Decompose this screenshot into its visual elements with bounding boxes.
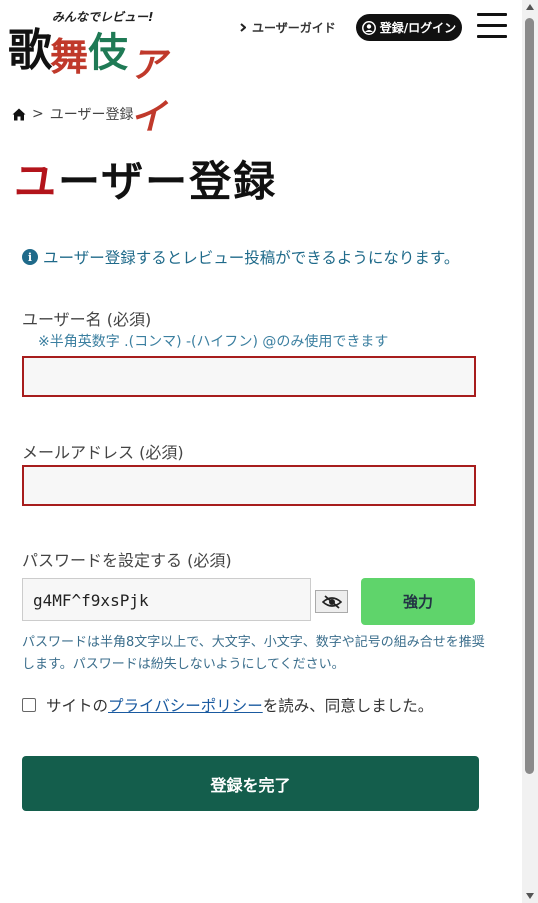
login-register-button[interactable]: 登録/ログイン bbox=[356, 14, 462, 41]
toggle-password-visibility-button[interactable] bbox=[315, 590, 348, 613]
scroll-up-arrow-icon[interactable] bbox=[526, 4, 534, 10]
privacy-consent-checkbox[interactable] bbox=[22, 698, 36, 712]
privacy-consent: サイトの プライバシーポリシー を読み、同意しました。 bbox=[22, 694, 433, 716]
breadcrumb-current: ユーザー登録 bbox=[49, 107, 134, 123]
eye-slash-icon bbox=[321, 594, 342, 609]
site-logo[interactable]: みんなでレビュー! 歌 舞 伎 アイ bbox=[8, 6, 178, 138]
user-guide-link[interactable]: ユーザーガイド bbox=[240, 19, 336, 36]
logo-char-4: アイ bbox=[130, 44, 167, 138]
hamburger-menu-icon[interactable] bbox=[477, 13, 507, 39]
consent-suffix: を読み、同意しました。 bbox=[262, 697, 434, 715]
logo-char-2: 舞 bbox=[50, 34, 89, 79]
user-circle-icon bbox=[361, 20, 376, 35]
page-title-rest: ーザー登録 bbox=[58, 157, 278, 206]
info-text: ユーザー登録するとレビュー投稿ができるようになります。 bbox=[43, 249, 460, 267]
site-header: みんなでレビュー! 歌 舞 伎 アイ ユーザーガイド 登録/ログイン bbox=[0, 0, 522, 138]
page-title-first-char: ユ bbox=[14, 157, 59, 206]
breadcrumb-separator: > bbox=[32, 106, 44, 122]
logo-char-3: 伎 bbox=[88, 29, 128, 76]
info-icon: i bbox=[22, 249, 38, 265]
username-hint: ※半角英数字 .(コンマ) -(ハイフン) @のみ使用できます bbox=[38, 334, 389, 350]
password-label: パスワードを設定する (必須) bbox=[22, 551, 232, 570]
email-label: メールアドレス (必須) bbox=[22, 443, 184, 462]
user-guide-label: ユーザーガイド bbox=[252, 21, 336, 35]
scrollbar-thumb[interactable] bbox=[525, 18, 534, 774]
username-label: ユーザー名 (必須) bbox=[22, 310, 152, 329]
vertical-scrollbar[interactable] bbox=[522, 0, 538, 903]
scroll-down-arrow-icon[interactable] bbox=[526, 893, 534, 899]
consent-prefix: サイトの bbox=[46, 697, 109, 715]
info-message: i ユーザー登録するとレビュー投稿ができるようになります。 bbox=[22, 246, 459, 268]
login-register-label: 登録/ログイン bbox=[379, 21, 457, 35]
submit-registration-button[interactable]: 登録を完了 bbox=[22, 756, 479, 811]
chevron-right-icon bbox=[240, 23, 246, 32]
password-input[interactable]: g4MF^f9xsPjk bbox=[22, 578, 311, 621]
password-strength-indicator: 強力 bbox=[361, 578, 475, 625]
email-input[interactable] bbox=[22, 465, 476, 506]
privacy-policy-link[interactable]: プライバシーポリシー bbox=[108, 694, 263, 716]
username-input[interactable] bbox=[22, 356, 476, 397]
breadcrumb: > ユーザー登録 bbox=[12, 104, 133, 124]
password-hint: パスワードは半角8文字以上で、大文字、小文字、数字や記号の組み合せを推奨します。… bbox=[22, 635, 485, 672]
logo-char-1: 歌 bbox=[8, 25, 52, 76]
page-title: ユーザー登録 bbox=[14, 148, 277, 209]
home-icon[interactable] bbox=[12, 108, 26, 121]
